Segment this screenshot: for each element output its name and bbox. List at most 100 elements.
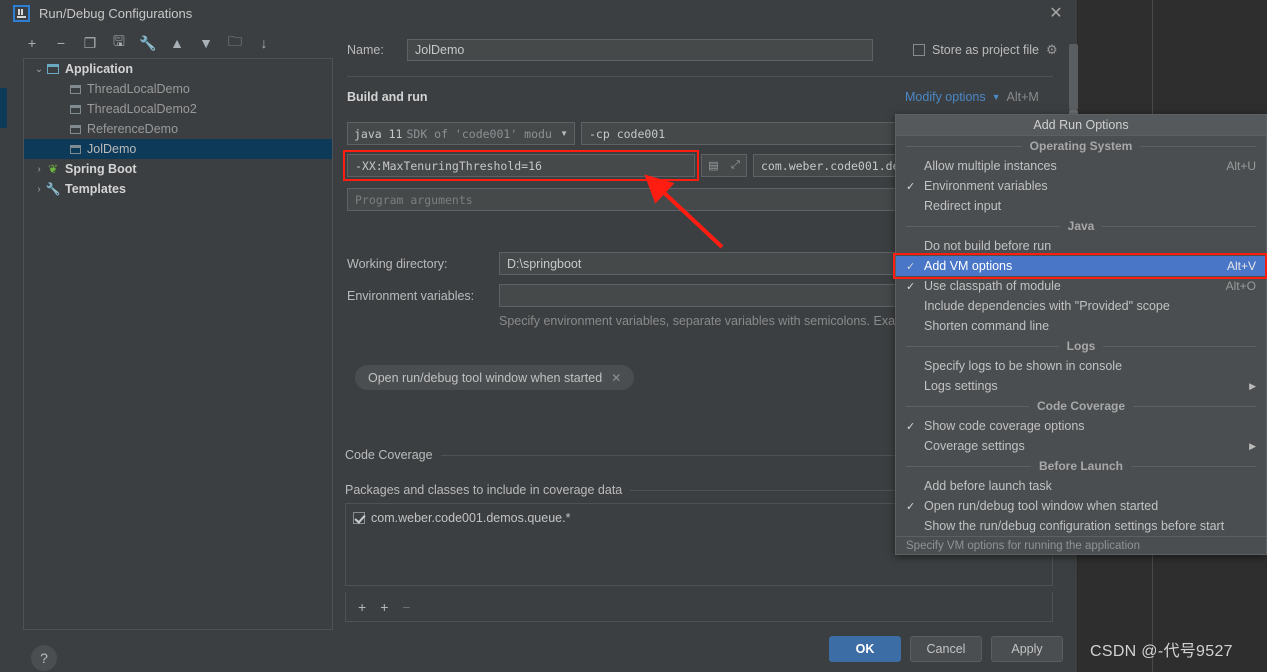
menu-item-label: Redirect input	[924, 199, 1002, 213]
menu-item-label: Show the run/debug configuration setting…	[924, 519, 1225, 533]
move-up-button[interactable]: ▲	[169, 35, 185, 51]
vm-options-actions: ▤ ⤢	[701, 154, 747, 177]
store-as-project-file-label: Store as project file	[932, 43, 1039, 57]
jre-select[interactable]: java 11 SDK of 'code001' modu ▼	[347, 122, 575, 145]
menu-item-shorten-command-line[interactable]: Shorten command line	[896, 316, 1266, 336]
environment-variables-hint: Specify environment variables, separate …	[499, 314, 896, 328]
sdk-and-classpath-row: java 11 SDK of 'code001' modu ▼ -cp code…	[347, 122, 907, 145]
menu-item-label: Do not build before run	[924, 239, 1052, 253]
add-run-options-menu[interactable]: Add Run Options Operating System Allow mu…	[895, 114, 1267, 555]
tree-item-referencedemo[interactable]: ReferenceDemo	[24, 119, 332, 139]
menu-item-open-run-debug-tool-window-when-started[interactable]: ✓ Open run/debug tool window when started	[896, 496, 1266, 516]
menu-item-use-classpath-of-module[interactable]: ✓ Use classpath of module Alt+O	[896, 276, 1266, 296]
chevron-icon[interactable]: ⌄	[32, 64, 46, 75]
remove-coverage-entry-button: −	[402, 598, 411, 615]
packages-title: Packages and classes to include in cover…	[345, 483, 623, 497]
copy-configuration-button[interactable]: ❐	[82, 35, 98, 51]
open-tool-window-chip[interactable]: Open run/debug tool window when started …	[355, 365, 635, 390]
menu-group-title: Operating System	[1029, 139, 1133, 153]
menu-item-allow-multiple-instances[interactable]: Allow multiple instances Alt+U	[896, 156, 1266, 176]
menu-item-label: Allow multiple instances	[924, 159, 1057, 173]
scrollbar-track	[1069, 44, 1078, 110]
close-icon[interactable]: ✕	[1045, 4, 1067, 24]
watermark: CSDN @-代号9527	[1090, 643, 1233, 660]
coverage-item-checkbox[interactable]	[353, 512, 365, 524]
tree-item-spring-boot[interactable]: › ❦ Spring Boot	[24, 159, 332, 179]
spring-boot-icon: ❦	[47, 162, 59, 176]
menu-item-specify-logs-to-be-shown-in-console[interactable]: Specify logs to be shown in console	[896, 356, 1266, 376]
menu-item-label: Open run/debug tool window when started	[924, 499, 1159, 513]
menu-item-do-not-build-before-run[interactable]: Do not build before run	[896, 236, 1266, 256]
edit-templates-button[interactable]: 🔧	[139, 35, 156, 51]
modify-options-row[interactable]: Modify options ▼ Alt+M	[905, 90, 1039, 104]
sort-configurations-button[interactable]: ↓	[256, 35, 272, 51]
check-icon: ✓	[906, 180, 916, 193]
menu-group-separator: Java	[896, 216, 1266, 236]
tree-item-templates[interactable]: › 🔧 Templates	[24, 179, 332, 199]
configuration-icon	[68, 83, 82, 95]
tree-item-threadlocaldemo[interactable]: ThreadLocalDemo	[24, 79, 332, 99]
menu-item-shortcut: Alt+V	[1226, 259, 1256, 273]
gear-icon[interactable]: ⚙	[1046, 42, 1058, 58]
tree-item-application[interactable]: ⌄ Application	[24, 59, 332, 79]
cancel-button[interactable]: Cancel	[910, 636, 982, 662]
close-icon[interactable]: ✕	[611, 371, 621, 385]
chevron-down-icon: ▼	[991, 92, 1001, 102]
tree-item-threadlocaldemo2[interactable]: ThreadLocalDemo2	[24, 99, 332, 119]
name-input[interactable]: JolDemo	[407, 39, 873, 61]
tree-item-joldemo[interactable]: JolDemo	[24, 139, 332, 159]
menu-item-add-vm-options[interactable]: ✓ Add VM options Alt+V	[896, 256, 1266, 276]
ok-button[interactable]: OK	[829, 636, 901, 662]
menu-item-redirect-input[interactable]: Redirect input	[896, 196, 1266, 216]
configurations-panel: + − ❐ 🖫 🔧 ▲ ▼ 🗀 ↓ ⌄ Application ThreadLocalDemo Thr…	[15, 30, 333, 672]
menu-item-label: Logs settings	[924, 379, 998, 393]
open-tool-window-chip-label: Open run/debug tool window when started	[368, 370, 603, 385]
intellij-idea-icon	[13, 5, 30, 22]
add-class-button[interactable]: +	[380, 599, 388, 615]
modify-options-link[interactable]: Modify options	[905, 90, 986, 104]
menu-item-logs-settings[interactable]: Logs settings ▶	[896, 376, 1266, 396]
menu-item-label: Environment variables	[924, 179, 1048, 193]
menu-item-show-code-coverage-options[interactable]: ✓ Show code coverage options	[896, 416, 1266, 436]
store-as-project-file-row[interactable]: Store as project file ⚙	[913, 42, 1058, 58]
add-configuration-button[interactable]: +	[24, 35, 40, 51]
chevron-icon[interactable]: ›	[32, 164, 46, 175]
build-and-run-title: Build and run	[347, 90, 428, 104]
macros-icon[interactable]: ▤	[708, 159, 718, 172]
vm-options-input[interactable]: -XX:MaxTenuringThreshold=16	[347, 154, 695, 177]
chevron-right-icon: ▶	[1249, 380, 1256, 391]
classpath-field[interactable]: -cp code001	[581, 122, 907, 145]
save-configuration-button[interactable]: 🖫	[111, 33, 127, 51]
chevron-icon[interactable]: ›	[32, 184, 46, 195]
configuration-icon	[68, 123, 82, 135]
program-arguments-input[interactable]: Program arguments	[347, 188, 903, 211]
menu-item-add-before-launch-task[interactable]: Add before launch task	[896, 476, 1266, 496]
menu-item-environment-variables[interactable]: ✓ Environment variables	[896, 176, 1266, 196]
add-package-button[interactable]: +	[358, 599, 366, 615]
check-icon: ✓	[906, 260, 916, 273]
chevron-right-icon: ▶	[1249, 440, 1256, 451]
configurations-tree[interactable]: ⌄ Application ThreadLocalDemo ThreadLocalDe…	[23, 58, 333, 630]
coverage-item-label: com.weber.code001.demos.queue.*	[371, 511, 571, 525]
store-as-project-file-checkbox[interactable]	[913, 44, 925, 56]
menu-header: Add Run Options	[896, 115, 1266, 136]
menu-item-label: Shorten command line	[924, 319, 1050, 333]
tree-item-label: Templates	[65, 182, 126, 196]
menu-item-label: Include dependencies with "Provided" sco…	[924, 299, 1170, 313]
tree-item-label: Application	[65, 62, 134, 76]
expand-editor-icon[interactable]: ⤢	[731, 159, 740, 172]
remove-configuration-button[interactable]: −	[53, 35, 69, 51]
menu-footer-hint: Specify VM options for running the appli…	[896, 536, 1266, 554]
environment-variables-input[interactable]	[499, 284, 903, 307]
move-down-button[interactable]: ▼	[198, 35, 214, 51]
new-folder-button[interactable]: 🗀	[227, 33, 243, 51]
working-directory-input[interactable]: D:\springboot	[499, 252, 903, 275]
name-label: Name:	[347, 43, 384, 57]
menu-item-include-dependencies-with-provided-scope[interactable]: Include dependencies with "Provided" sco…	[896, 296, 1266, 316]
menu-item-shortcut: Alt+U	[1226, 159, 1256, 173]
dialog-button-bar: OK Cancel Apply	[7, 626, 1078, 672]
menu-item-show-the-run-debug-configuration-settings-before-start[interactable]: Show the run/debug configuration setting…	[896, 516, 1266, 536]
code-coverage-title: Code Coverage	[345, 448, 433, 462]
menu-item-coverage-settings[interactable]: Coverage settings ▶	[896, 436, 1266, 456]
apply-button[interactable]: Apply	[991, 636, 1063, 662]
